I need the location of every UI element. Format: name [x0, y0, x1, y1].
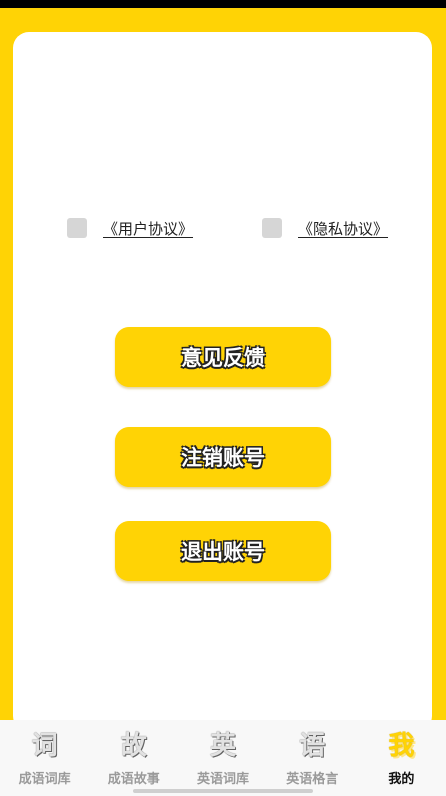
privacy-agreement-link[interactable]: 《隐私协议》	[298, 218, 388, 239]
tab-profile[interactable]: 我 我的	[357, 720, 446, 796]
user-agreement-row: 《用户协议》	[67, 216, 193, 240]
privacy-agreement-checkbox[interactable]	[262, 218, 282, 238]
privacy-agreement-row: 《隐私协议》	[262, 216, 388, 240]
tab-english-dictionary[interactable]: 英 英语词库	[178, 720, 267, 796]
profile-icon: 我	[388, 731, 415, 761]
english-dictionary-icon: 英	[210, 731, 237, 761]
tab-label: 成语故事	[107, 772, 160, 787]
cancel-account-button[interactable]: 注销账号	[115, 427, 331, 487]
feedback-button[interactable]: 意见反馈	[115, 327, 331, 387]
tab-idiom-story[interactable]: 故 成语故事	[89, 720, 178, 796]
home-indicator	[133, 789, 313, 793]
bottom-tab-bar: 词 成语词库 故 成语故事 英 英语词库 语 英语格言 我 我的	[0, 720, 446, 796]
english-quotes-icon: 语	[299, 731, 326, 761]
tab-label: 英语词库	[197, 772, 250, 787]
tab-idiom-dictionary[interactable]: 词 成语词库	[0, 720, 89, 796]
status-bar	[0, 0, 446, 8]
user-agreement-link[interactable]: 《用户协议》	[103, 218, 193, 239]
logout-button[interactable]: 退出账号	[115, 521, 331, 581]
tab-label: 成语词库	[18, 772, 71, 787]
user-agreement-checkbox[interactable]	[67, 218, 87, 238]
idiom-dictionary-icon: 词	[31, 731, 58, 761]
tab-english-quotes[interactable]: 语 英语格言	[268, 720, 357, 796]
tab-label: 我的	[388, 772, 415, 787]
tab-label: 英语格言	[286, 772, 339, 787]
idiom-story-icon: 故	[120, 731, 147, 761]
